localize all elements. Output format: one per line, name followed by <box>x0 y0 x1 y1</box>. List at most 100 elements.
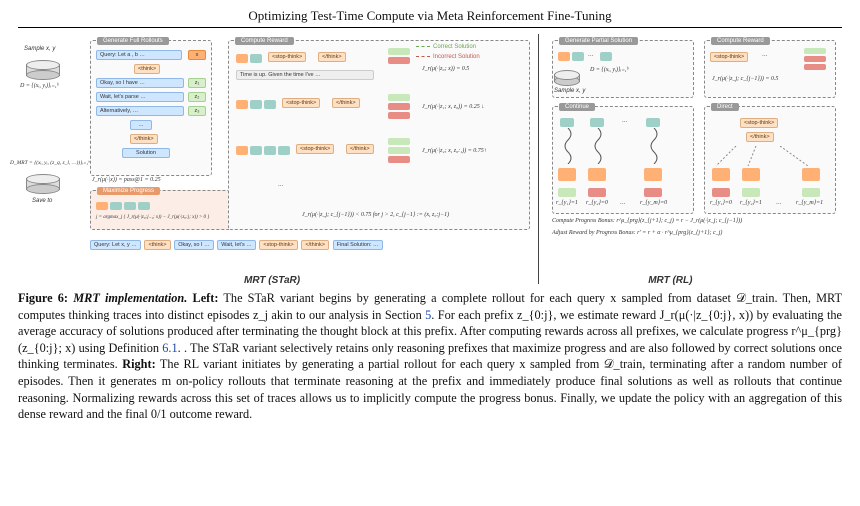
caption-left-label: Left: <box>193 291 219 305</box>
label-argmax: j = argmax_j { J_r(μ(·|z₀:j₋₁; x)) − J_r… <box>96 214 209 220</box>
sample-xy-rl: Sample x, y <box>554 88 585 94</box>
token-block <box>96 202 108 210</box>
token-block <box>250 100 262 109</box>
token-block <box>138 202 150 210</box>
outcome-block <box>588 188 606 197</box>
ellipsis: … <box>278 182 284 188</box>
chip-timeup: Time is up. Given the time I've … <box>236 70 374 80</box>
chip-x-token: x <box>188 50 206 60</box>
chip-line-3: Alternatively, … <box>96 106 184 116</box>
label-D-partial: D = {(xᵢ, yᵢ)}ᵢ₌₁ᵇ <box>590 66 628 73</box>
dotted-line-icon <box>712 146 740 168</box>
label-Jr-3: J_r(μ(·|z₂; x, z₀:₁)) = 0.75↑ <box>422 148 487 154</box>
outcome-block <box>712 188 730 197</box>
chip-stop-think: <stop-think> <box>296 144 334 154</box>
wavy-path-icon <box>560 128 580 164</box>
token-block <box>558 52 570 61</box>
legend-incorrect: Incorrect Solution <box>416 54 480 60</box>
answer-block <box>558 168 576 181</box>
title-rule <box>18 27 842 28</box>
cylinder-icon <box>554 70 580 86</box>
token-block <box>572 52 584 61</box>
chip-think-close: </think> <box>130 134 158 144</box>
chip-think-close: </think> <box>332 98 360 108</box>
box-title: Generate Partial Solution <box>559 37 638 45</box>
r-label: … <box>620 200 626 206</box>
strip-thinkclose: </think> <box>301 240 329 250</box>
solution-block <box>388 48 410 55</box>
solution-block <box>388 156 410 163</box>
cylinder-icon <box>26 174 60 194</box>
chip-stop-think: <stop-think> <box>710 52 748 62</box>
panel-label-right: MRT (RL) <box>514 275 827 286</box>
solution-block <box>804 64 826 70</box>
chip-stop-think: <stop-think> <box>740 118 778 128</box>
solution-block <box>388 147 410 154</box>
token-block <box>250 146 262 155</box>
token-block <box>236 54 248 63</box>
adjust-reward: Adjust Reward by Progress Bonus: r′ = r … <box>552 230 722 236</box>
chip-z2: z₂ <box>188 92 206 102</box>
dotted-line-icon <box>742 146 762 168</box>
strip-final: Final Solution: … <box>333 240 383 250</box>
ellipsis: … <box>762 52 768 58</box>
token-block <box>590 118 604 127</box>
page-root: Optimizing Test-Time Compute via Meta Re… <box>0 0 860 506</box>
chip-think-open: <think> <box>134 64 160 74</box>
box-title: Compute Reward <box>235 37 294 45</box>
label-Jr-2: J_r(μ(·|z₁; x, z₀)) = 0.25 ↓ <box>422 104 484 110</box>
figure-6: Sample x, y D = {(xᵢ, yᵢ)}ᵢ₌₁ᵇ D_MRT = {… <box>18 34 842 284</box>
label-Jmu-pass: J_r(μ(·|x)) = pass@1 = 0.25 <box>92 177 161 183</box>
r-label: r_{y₁}=1 <box>556 200 578 206</box>
chip-dots: … <box>130 120 152 130</box>
r-label: r_{y_m}=1 <box>796 200 823 206</box>
save-to-label: Save to <box>32 198 52 204</box>
compute-progress-bonus: Compute Progress Bonus: r^μ_{prg}(z_{j+1… <box>552 218 742 224</box>
strip-query: Query: Let x, y … <box>90 240 141 250</box>
caption-title: MRT implementation. <box>73 291 187 305</box>
strip-think: <think> <box>144 240 170 250</box>
box-title: Maximize Progress <box>97 187 160 195</box>
box-title: Continue <box>559 103 595 111</box>
wavy-path-icon <box>590 128 610 164</box>
solution-block <box>804 56 826 62</box>
ellipsis: … <box>588 52 594 58</box>
cylinder-icon <box>26 60 60 80</box>
dataset-Dmrt-label: D_MRT = {(xᵢ, yᵢ, (z_q, z_l, …))}ᵢ₌₁ᵇ <box>10 160 90 166</box>
solution-block <box>804 48 826 54</box>
solution-block <box>388 94 410 101</box>
chip-think-close: </think> <box>346 144 374 154</box>
label-Jr-1: J_r(μ(·|z₀; x)) = 0.5 <box>422 66 469 72</box>
box-title: Generate Full Rollouts <box>97 37 169 45</box>
token-block <box>278 146 290 155</box>
token-block <box>600 52 612 61</box>
token-block <box>236 100 248 109</box>
chip-z1: z₁ <box>188 78 206 88</box>
caption-fig-no: Figure 6: <box>18 291 68 305</box>
outcome-block <box>644 188 662 197</box>
token-block <box>124 202 136 210</box>
solution-block <box>388 112 410 119</box>
r-label: r_{y₂}=1 <box>740 200 762 206</box>
token-block <box>264 100 276 109</box>
legend-correct-text: Correct Solution <box>433 44 476 50</box>
panel-divider <box>538 34 539 284</box>
strip-stop: <stop-think> <box>259 240 297 250</box>
outcome-block <box>742 188 760 197</box>
answer-block <box>588 168 606 181</box>
chip-stop-think: <stop-think> <box>282 98 320 108</box>
answer-block <box>644 168 662 181</box>
figure-caption: Figure 6: MRT implementation. Left: The … <box>18 290 842 423</box>
r-label: r_{y₁}=0 <box>710 200 732 206</box>
legend-incorrect-text: Incorrect Solution <box>433 54 480 60</box>
ref-definition-6-1[interactable]: 6.1 <box>162 341 177 355</box>
answer-block <box>802 168 820 181</box>
solution-block <box>388 57 410 64</box>
chip-think-close: </think> <box>318 52 346 62</box>
label-Jr-4: J_r(μ(·|z_j; c_{j−1})) < 0.75 for j > 2,… <box>302 212 449 218</box>
token-block <box>236 146 248 155</box>
strip-okay: Okay, so I … <box>174 240 213 250</box>
solution-block <box>388 103 410 110</box>
r-label: … <box>776 200 782 206</box>
token-block <box>560 118 574 127</box>
